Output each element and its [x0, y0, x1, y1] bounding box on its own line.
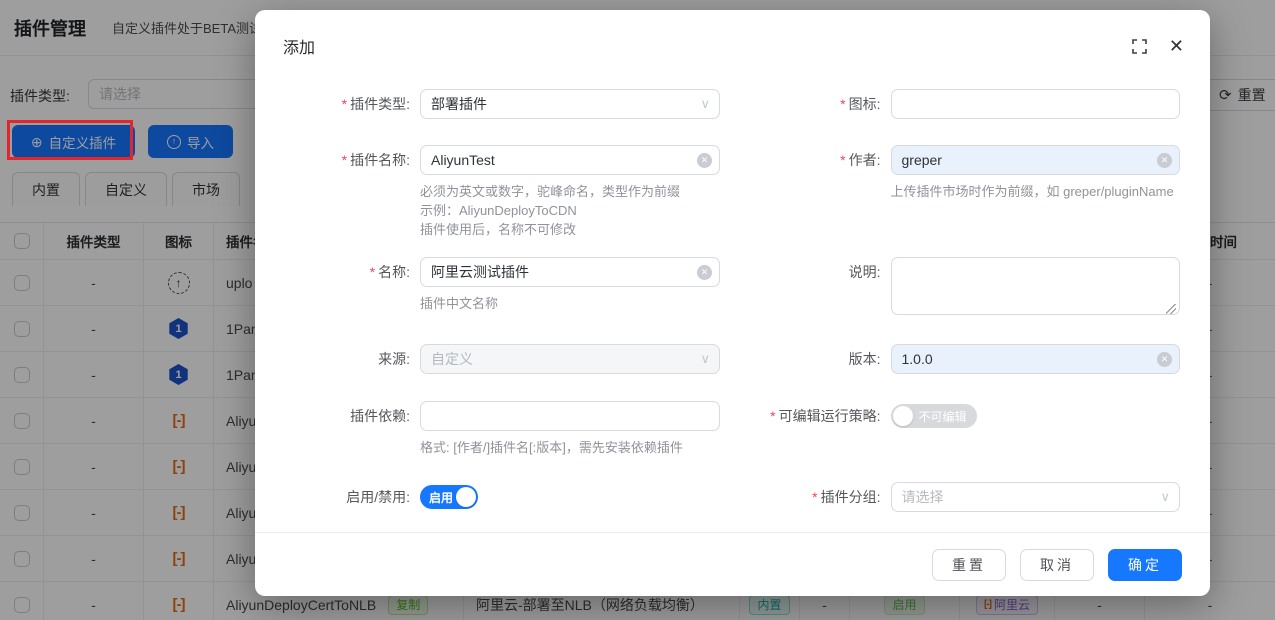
- plugin-name-label: *插件名称:: [285, 145, 420, 239]
- icon-label: *图标:: [733, 89, 891, 119]
- group-placeholder: 请选择: [902, 487, 944, 507]
- modal-footer: 重置 取消 确定: [255, 532, 1210, 596]
- group-label: *插件分组:: [733, 482, 891, 512]
- resize-handle-icon[interactable]: [1166, 304, 1176, 314]
- clear-icon[interactable]: ✕: [1157, 153, 1172, 168]
- title-cn-input[interactable]: [420, 257, 720, 287]
- field-deps: 插件依赖: 格式: [作者/]插件名[:版本]，需先安装依赖插件: [285, 401, 733, 457]
- required-star: *: [370, 264, 375, 280]
- required-star: *: [770, 408, 775, 424]
- author-help: 上传插件市场时作为前缀，如 greper/pluginName: [891, 182, 1181, 201]
- enabled-toggle[interactable]: 启用: [420, 485, 478, 509]
- author-input[interactable]: [891, 145, 1181, 175]
- field-source: 来源: 自定义 ∨: [285, 344, 733, 374]
- source-label: 来源:: [285, 344, 420, 374]
- title-cn-help: 插件中文名称: [420, 294, 720, 313]
- deps-input[interactable]: [420, 401, 720, 431]
- group-select[interactable]: 请选择: [891, 482, 1181, 512]
- field-group: *插件分组: 请选择 ∨: [733, 482, 1181, 512]
- desc-textarea[interactable]: [891, 257, 1181, 315]
- required-star: *: [840, 152, 845, 168]
- modal-header: 添加 ✕: [255, 10, 1210, 58]
- source-value: 自定义: [431, 349, 473, 369]
- plugin-name-help: 必须为英文或数字，驼峰命名，类型作为前缀 示例：AliyunDeployToCD…: [420, 182, 720, 239]
- field-enabled: 启用/禁用: 启用: [285, 482, 733, 512]
- chevron-down-icon: ∨: [700, 96, 710, 112]
- modal-title: 添加: [283, 34, 315, 58]
- plugin-type-value: 部署插件: [431, 94, 487, 114]
- required-star: *: [342, 152, 347, 168]
- field-version: 版本: ✕: [733, 344, 1181, 374]
- field-icon: *图标:: [733, 89, 1181, 119]
- clear-icon[interactable]: ✕: [1157, 352, 1172, 367]
- enabled-label: 启用/禁用:: [285, 482, 420, 512]
- field-author: *作者: ✕ 上传插件市场时作为前缀，如 greper/pluginName: [733, 145, 1181, 201]
- clear-icon[interactable]: ✕: [697, 153, 712, 168]
- field-desc: 说明:: [733, 257, 1181, 320]
- red-annotation-box: [7, 120, 133, 160]
- author-label: *作者:: [733, 145, 891, 201]
- deps-label: 插件依赖:: [285, 401, 420, 457]
- plugin-type-select[interactable]: 部署插件: [420, 89, 720, 119]
- toggle-text: 不可编辑: [918, 408, 966, 425]
- required-star: *: [812, 489, 817, 505]
- field-editable-policy: *可编辑运行策略: 不可编辑: [733, 401, 1181, 431]
- toggle-knob: [456, 487, 476, 507]
- cancel-button[interactable]: 取消: [1020, 549, 1094, 581]
- toggle-knob: [893, 406, 913, 426]
- reset-button[interactable]: 重置: [932, 549, 1006, 581]
- plugin-name-input[interactable]: [420, 145, 720, 175]
- chevron-down-icon: ∨: [1160, 489, 1170, 505]
- add-plugin-modal: 添加 ✕ *插件类型: 部署插件 ∨ *图标:: [255, 10, 1210, 596]
- desc-label: 说明:: [733, 257, 891, 320]
- modal-form: *插件类型: 部署插件 ∨ *图标: *插件名称:: [255, 58, 1210, 512]
- title-cn-label: *名称:: [285, 257, 420, 313]
- confirm-button[interactable]: 确定: [1108, 549, 1182, 581]
- toggle-text: 启用: [429, 489, 453, 506]
- field-title-cn: *名称: ✕ 插件中文名称: [285, 257, 733, 313]
- editable-policy-label: *可编辑运行策略:: [733, 401, 891, 431]
- deps-help: 格式: [作者/]插件名[:版本]，需先安装依赖插件: [420, 438, 720, 457]
- field-plugin-name: *插件名称: ✕ 必须为英文或数字，驼峰命名，类型作为前缀 示例：AliyunD…: [285, 145, 733, 239]
- version-label: 版本:: [733, 344, 891, 374]
- chevron-down-icon: ∨: [700, 351, 710, 367]
- source-select: 自定义: [420, 344, 720, 374]
- editable-policy-toggle[interactable]: 不可编辑: [891, 404, 977, 428]
- clear-icon[interactable]: ✕: [697, 265, 712, 280]
- required-star: *: [840, 96, 845, 112]
- plugin-type-label: *插件类型:: [285, 89, 420, 119]
- fullscreen-icon[interactable]: [1132, 39, 1147, 54]
- close-icon[interactable]: ✕: [1169, 37, 1184, 55]
- field-plugin-type: *插件类型: 部署插件 ∨: [285, 89, 733, 119]
- version-input[interactable]: [891, 344, 1181, 374]
- icon-input[interactable]: [891, 89, 1181, 119]
- required-star: *: [342, 96, 347, 112]
